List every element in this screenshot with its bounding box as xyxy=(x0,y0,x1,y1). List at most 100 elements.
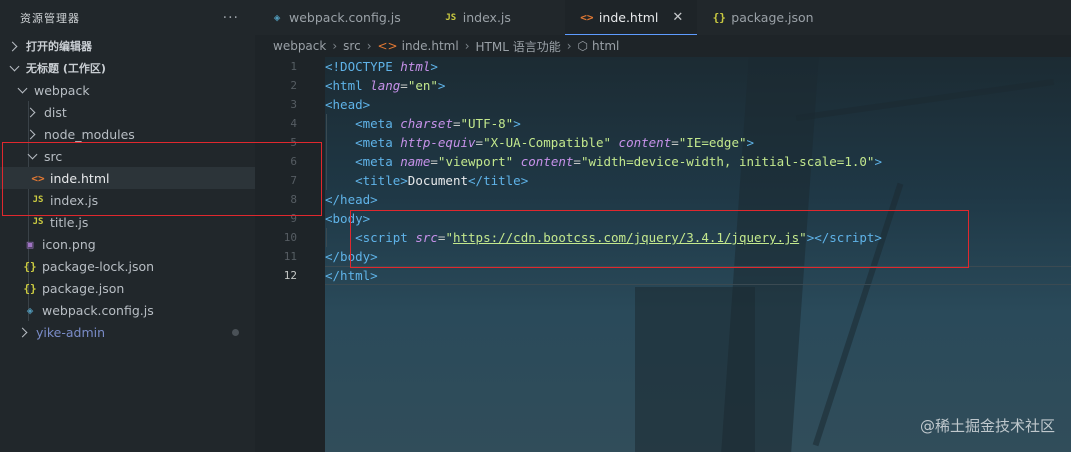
chevron-down-icon xyxy=(26,150,38,162)
tree-file-inde-html[interactable]: <> inde.html xyxy=(0,167,255,189)
line-number: 10 xyxy=(283,231,297,244)
code-line: <body> xyxy=(325,211,371,226)
breadcrumb-item[interactable]: src xyxy=(343,39,361,53)
current-line-highlight xyxy=(325,266,1071,285)
background-art xyxy=(812,182,904,447)
open-editors-section[interactable]: 打开的编辑器 xyxy=(0,35,255,57)
open-editors-label: 打开的编辑器 xyxy=(26,40,92,53)
webpack-file-icon: ◈ xyxy=(26,303,34,317)
line-number: 3 xyxy=(290,98,297,111)
tree-item-label: title.js xyxy=(50,214,89,230)
code-line: <!DOCTYPE html> xyxy=(325,59,438,74)
line-number: 5 xyxy=(290,136,297,149)
tree-item-label: index.js xyxy=(50,192,99,208)
workspace-section[interactable]: 无标题 (工作区) xyxy=(0,57,255,79)
tree-folder-yike-admin[interactable]: yike-admin xyxy=(0,321,255,343)
breadcrumb: webpack › src › <> inde.html › HTML 语言功能… xyxy=(255,35,1071,57)
code-line: </html> xyxy=(325,268,378,283)
tree-file-index-js[interactable]: JS index.js xyxy=(0,189,255,211)
breadcrumb-item[interactable]: webpack xyxy=(273,39,326,53)
chevron-right-icon xyxy=(26,128,38,140)
code-line: <head> xyxy=(325,97,371,112)
line-number: 6 xyxy=(290,155,297,168)
html-file-icon: <> xyxy=(580,10,594,24)
watermark: @稀土掘金技术社区 xyxy=(919,417,1055,435)
tab-label: package.json xyxy=(731,10,814,25)
tree-item-label: webpack xyxy=(34,82,90,98)
js-file-icon: JS xyxy=(445,12,457,23)
tab-label: inde.html xyxy=(598,9,659,25)
json-file-icon: {} xyxy=(23,259,37,273)
tree-item-label: package-lock.json xyxy=(42,258,155,274)
breadcrumb-item[interactable]: inde.html xyxy=(402,39,459,53)
breadcrumb-item[interactable]: html xyxy=(592,39,619,53)
tree-item-label: icon.png xyxy=(42,236,96,252)
line-number: 8 xyxy=(290,193,297,206)
tab-inde-html[interactable]: <> inde.html ✕ xyxy=(564,0,698,35)
image-file-icon: ▣ xyxy=(26,237,34,251)
close-tab-icon[interactable]: ✕ xyxy=(672,10,683,25)
workspace-label: 无标题 (工作区) xyxy=(26,62,106,75)
editor-tab-bar: ◈ webpack.config.js JS index.js <> inde.… xyxy=(255,0,1071,35)
tab-index-js[interactable]: JS index.js xyxy=(415,0,525,35)
tree-item-label: src xyxy=(44,148,63,164)
chevron-right-icon xyxy=(8,40,20,52)
tree-item-label: webpack.config.js xyxy=(42,302,154,318)
js-file-icon: JS xyxy=(32,195,44,205)
chevron-right-icon xyxy=(26,106,38,118)
webpack-file-icon: ◈ xyxy=(273,11,281,24)
json-file-icon: {} xyxy=(23,281,37,295)
tree-item-label: inde.html xyxy=(50,170,110,186)
tree-file-package-lock-json[interactable]: {} package-lock.json xyxy=(0,255,255,277)
tree-item-label: yike-admin xyxy=(36,324,106,340)
html-file-icon: <> xyxy=(377,39,398,53)
tree-item-label: package.json xyxy=(42,280,125,296)
tree-folder-node-modules[interactable]: node_modules xyxy=(0,123,255,145)
code-editor[interactable]: 1 2 3 4 5 6 7 8 9 10 11 12 <!DOCTYPE htm… xyxy=(255,57,1071,452)
explorer-sidebar: 资源管理器 ··· 打开的编辑器 无标题 (工作区) webpack dist … xyxy=(0,0,255,452)
line-number: 9 xyxy=(290,212,297,225)
explorer-header: 资源管理器 ··· xyxy=(0,0,255,35)
symbol-element-icon: ⬡ xyxy=(577,39,589,53)
tab-label: index.js xyxy=(462,10,511,25)
line-number-gutter: 1 2 3 4 5 6 7 8 9 10 11 12 xyxy=(255,57,325,452)
line-number: 1 xyxy=(290,60,297,73)
tree-file-icon-png[interactable]: ▣ icon.png xyxy=(0,233,255,255)
line-number: 11 xyxy=(283,250,297,263)
chevron-down-icon xyxy=(8,62,20,74)
js-file-icon: JS xyxy=(32,217,44,227)
tree-folder-src[interactable]: src xyxy=(0,145,255,167)
tab-label: webpack.config.js xyxy=(289,10,401,25)
tab-package-json[interactable]: {} package.json xyxy=(697,0,827,35)
code-line: <meta charset="UTF-8"> xyxy=(355,116,521,131)
line-number: 4 xyxy=(290,117,297,130)
tree-file-title-js[interactable]: JS title.js xyxy=(0,211,255,233)
code-line: <meta http-equiv="X-UA-Compatible" conte… xyxy=(355,135,755,150)
line-number: 12 xyxy=(283,269,297,282)
code-line: <html lang="en"> xyxy=(325,78,446,93)
more-actions-icon[interactable]: ··· xyxy=(223,10,239,26)
chevron-right-icon xyxy=(18,326,30,338)
chevron-right-icon: › xyxy=(464,39,470,53)
tree-folder-webpack[interactable]: webpack xyxy=(0,79,255,101)
code-line: <script src="https://cdn.bootcss.com/jqu… xyxy=(355,230,882,245)
chevron-right-icon: › xyxy=(366,39,372,53)
chevron-right-icon: › xyxy=(566,39,572,53)
tree-file-webpack-config-js[interactable]: ◈ webpack.config.js xyxy=(0,299,255,321)
code-line: <meta name="viewport" content="width=dev… xyxy=(355,154,882,169)
line-number: 2 xyxy=(290,79,297,92)
tree-file-package-json[interactable]: {} package.json xyxy=(0,277,255,299)
code-line: <title>Document</title> xyxy=(355,173,529,188)
chevron-right-icon: › xyxy=(332,39,338,53)
background-art xyxy=(795,78,1055,122)
line-number: 7 xyxy=(290,174,297,187)
html-file-icon: <> xyxy=(31,171,45,185)
tree-folder-dist[interactable]: dist xyxy=(0,101,255,123)
tab-webpack-config-js[interactable]: ◈ webpack.config.js xyxy=(255,0,415,35)
background-art xyxy=(635,287,755,452)
breadcrumb-item[interactable]: HTML 语言功能 xyxy=(476,38,561,55)
code-line: </head> xyxy=(325,192,378,207)
tree-item-label: node_modules xyxy=(44,126,135,142)
json-file-icon: {} xyxy=(712,11,726,24)
explorer-title: 资源管理器 xyxy=(20,11,80,25)
